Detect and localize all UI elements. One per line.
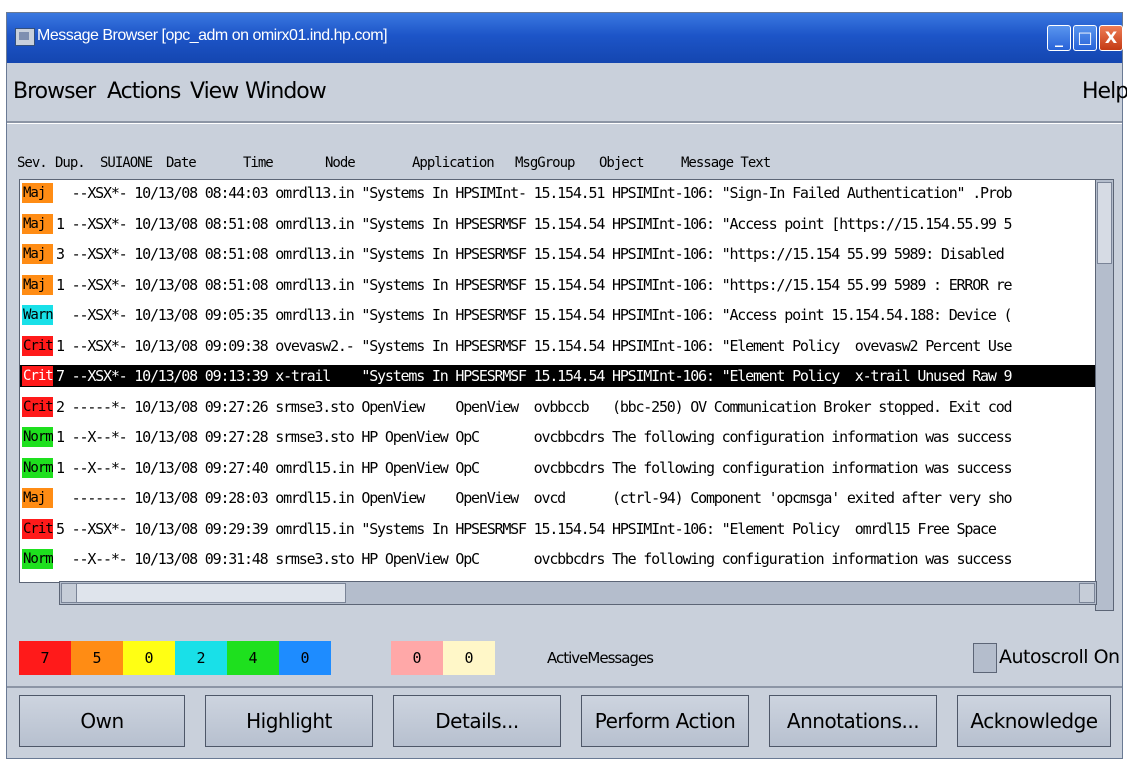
severity-badge: Maj (22, 488, 53, 508)
scroll-right-arrow[interactable] (1079, 583, 1095, 603)
button-separator (7, 686, 1122, 688)
window-app-icon (15, 28, 35, 46)
vertical-scrollbar[interactable] (1095, 179, 1114, 611)
message-row-text: 1 --XSX*- 10/13/08 08:51:08 omrdl13.in "… (56, 214, 1013, 233)
menu-browser[interactable]: Browser (13, 79, 96, 104)
message-row[interactable]: Crit 5 --XSX*- 10/13/08 09:29:39 omrdl15.… (20, 518, 1096, 540)
message-row[interactable]: Maj 3 --XSX*- 10/13/08 08:51:08 omrdl13.i… (20, 243, 1096, 265)
severity-count-box: 5 (71, 641, 123, 675)
severity-badge: Norm (22, 549, 53, 569)
severity-count-box: 0 (391, 641, 443, 675)
menu-bar: Browser Actions View Window Help (7, 73, 1127, 113)
title-bar[interactable]: Message Browser [opc_adm on omirx01.ind.… (7, 13, 1123, 63)
column-header-time[interactable]: Time (243, 155, 274, 171)
message-row[interactable]: Maj 1 --XSX*- 10/13/08 08:51:08 omrdl13.i… (20, 274, 1096, 296)
severity-badge: Warn (22, 305, 53, 325)
message-row[interactable]: Warn --XSX*- 10/13/08 09:05:35 omrdl13.i… (20, 304, 1096, 326)
maximize-button[interactable]: □ (1073, 25, 1097, 51)
column-header-application[interactable]: Application (412, 155, 495, 171)
acknowledge-button[interactable]: Acknowledge (957, 695, 1111, 747)
severity-badge: Crit (22, 366, 53, 386)
severity-badge: Norm (22, 457, 53, 478)
highlight-button[interactable]: Highlight (205, 695, 373, 747)
severity-count-box: 0 (443, 641, 495, 675)
autoscroll-checkbox[interactable] (973, 643, 997, 673)
message-row[interactable]: Maj ------- 10/13/08 09:28:03 omrdl15.in… (20, 487, 1096, 509)
menu-help[interactable]: Help (1082, 79, 1127, 104)
active-messages-label: ActiveMessages (547, 649, 654, 667)
message-row-text: 2 -----*- 10/13/08 09:27:26 srmse3.sto O… (56, 397, 1013, 416)
autoscroll-label[interactable]: Autoscroll On (999, 646, 1120, 668)
message-row-text: --X--*- 10/13/08 09:31:48 srmse3.sto HP … (56, 550, 1013, 568)
message-row-text: 5 --XSX*- 10/13/08 09:29:39 omrdl15.in "… (56, 519, 997, 538)
severity-badge: Crit (22, 335, 53, 356)
message-list[interactable]: Maj --XSX*- 10/13/08 08:44:03 omrdl13.in… (19, 179, 1097, 583)
message-row[interactable]: Norm 1 --X--*- 10/13/08 09:27:28 srmse3.s… (20, 426, 1096, 448)
own-button[interactable]: Own (19, 695, 185, 747)
severity-badge: Maj (22, 244, 53, 264)
severity-count-box: 0 (123, 641, 175, 675)
horizontal-scrollbar-thumb[interactable] (76, 583, 346, 603)
message-row-text: ------- 10/13/08 09:28:03 omrdl15.in Ope… (56, 489, 1013, 507)
severity-badge: Crit (22, 396, 53, 417)
column-header-date[interactable]: Date (166, 155, 197, 171)
message-row[interactable]: Maj --XSX*- 10/13/08 08:44:03 omrdl13.in… (20, 182, 1096, 204)
severity-count-box: 0 (279, 641, 331, 675)
scroll-left-arrow[interactable] (61, 583, 77, 603)
severity-count-box: 2 (175, 641, 227, 675)
message-row-text: 1 --XSX*- 10/13/08 09:09:38 ovevasw2.- "… (56, 336, 1013, 355)
severity-badge: Maj (22, 183, 53, 203)
message-row[interactable]: Crit 7 --XSX*- 10/13/08 09:13:39 x-trail … (20, 365, 1096, 387)
message-row-text: 7 --XSX*- 10/13/08 09:13:39 x-trail "Sys… (56, 367, 1013, 385)
details-button[interactable]: Details... (393, 695, 561, 747)
message-row-text: --XSX*- 10/13/08 09:05:35 omrdl13.in "Sy… (56, 306, 1013, 324)
message-row[interactable]: Crit 1 --XSX*- 10/13/08 09:09:38 ovevasw2… (20, 335, 1096, 357)
menu-separator (7, 121, 1122, 124)
horizontal-scrollbar[interactable] (59, 581, 1097, 605)
severity-count-box: 7 (19, 641, 71, 675)
minimize-button[interactable]: _ (1047, 25, 1071, 51)
menu-view[interactable]: View (190, 79, 239, 104)
perform-action-button[interactable]: Perform Action (581, 695, 749, 747)
column-header-sev[interactable]: Sev. (17, 155, 48, 171)
message-row[interactable]: Norm 1 --X--*- 10/13/08 09:27:40 omrdl15.… (20, 457, 1096, 479)
severity-badge: Maj (22, 213, 53, 234)
severity-badge: Norm (22, 427, 53, 447)
menu-window[interactable]: Window (245, 79, 327, 104)
message-row[interactable]: Norm --X--*- 10/13/08 09:31:48 srmse3.st… (20, 548, 1096, 570)
column-header-suiaone[interactable]: SUIAONE (100, 155, 153, 171)
vertical-scrollbar-thumb[interactable] (1097, 182, 1112, 264)
column-header-dup[interactable]: Dup. (55, 155, 86, 171)
column-header-node[interactable]: Node (325, 155, 356, 171)
column-header-object[interactable]: Object (599, 155, 645, 171)
annotations-button[interactable]: Annotations... (769, 695, 937, 747)
severity-badge: Maj (22, 274, 53, 295)
column-header-msggroup[interactable]: MsgGroup (515, 155, 575, 171)
message-row-text: 3 --XSX*- 10/13/08 08:51:08 omrdl13.in "… (56, 245, 1005, 263)
message-row[interactable]: Crit 2 -----*- 10/13/08 09:27:26 srmse3.s… (20, 396, 1096, 418)
close-button[interactable]: X (1099, 25, 1123, 51)
column-header-message-text[interactable]: Message Text (681, 155, 771, 171)
message-row-text: 1 --XSX*- 10/13/08 08:51:08 omrdl13.in "… (56, 275, 1013, 294)
window-title: Message Browser [opc_adm on omirx01.ind.… (37, 27, 388, 44)
message-row[interactable]: Maj 1 --XSX*- 10/13/08 08:51:08 omrdl13.i… (20, 213, 1096, 235)
severity-badge: Crit (22, 518, 53, 539)
severity-count-box: 4 (227, 641, 279, 675)
message-row-text: 1 --X--*- 10/13/08 09:27:40 omrdl15.in H… (56, 458, 1013, 477)
message-row-text: --XSX*- 10/13/08 08:44:03 omrdl13.in "Sy… (56, 184, 1013, 202)
message-row-text: 1 --X--*- 10/13/08 09:27:28 srmse3.sto H… (56, 428, 1013, 446)
message-browser-window: Message Browser [opc_adm on omirx01.ind.… (6, 12, 1127, 759)
menu-actions[interactable]: Actions (107, 79, 181, 104)
